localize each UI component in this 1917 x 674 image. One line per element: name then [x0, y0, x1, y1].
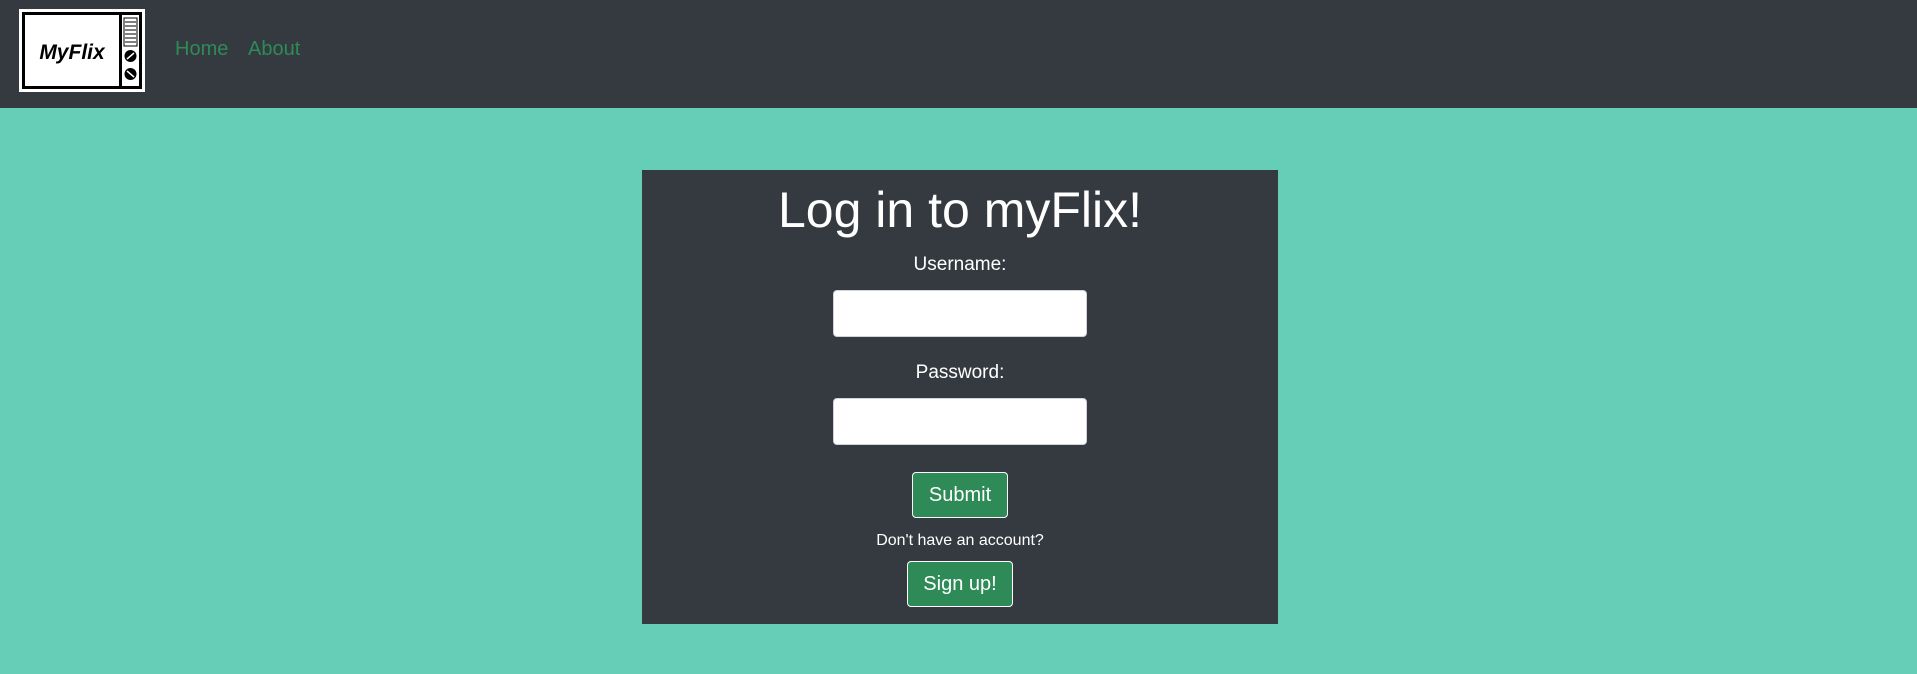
- myflix-logo[interactable]: MyFlix: [19, 9, 145, 92]
- signup-prompt: Don't have an account?: [876, 532, 1044, 549]
- logo-text: MyFlix: [39, 41, 106, 64]
- username-label: Username:: [913, 254, 1007, 275]
- password-label: Password:: [915, 362, 1005, 383]
- nav-link-home[interactable]: Home: [175, 38, 228, 61]
- navbar: MyFlix Home About: [0, 0, 1917, 108]
- tv-logo-icon: MyFlix: [25, 15, 139, 86]
- username-input[interactable]: [833, 290, 1087, 337]
- page-title: Log in to myFlix!: [777, 182, 1142, 238]
- login-card: Log in to myFlix! Username: Password: Su…: [642, 170, 1278, 624]
- signup-button[interactable]: Sign up!: [907, 561, 1013, 607]
- nav-link-about[interactable]: About: [248, 38, 300, 61]
- password-input[interactable]: [833, 398, 1087, 445]
- submit-button[interactable]: Submit: [912, 472, 1008, 518]
